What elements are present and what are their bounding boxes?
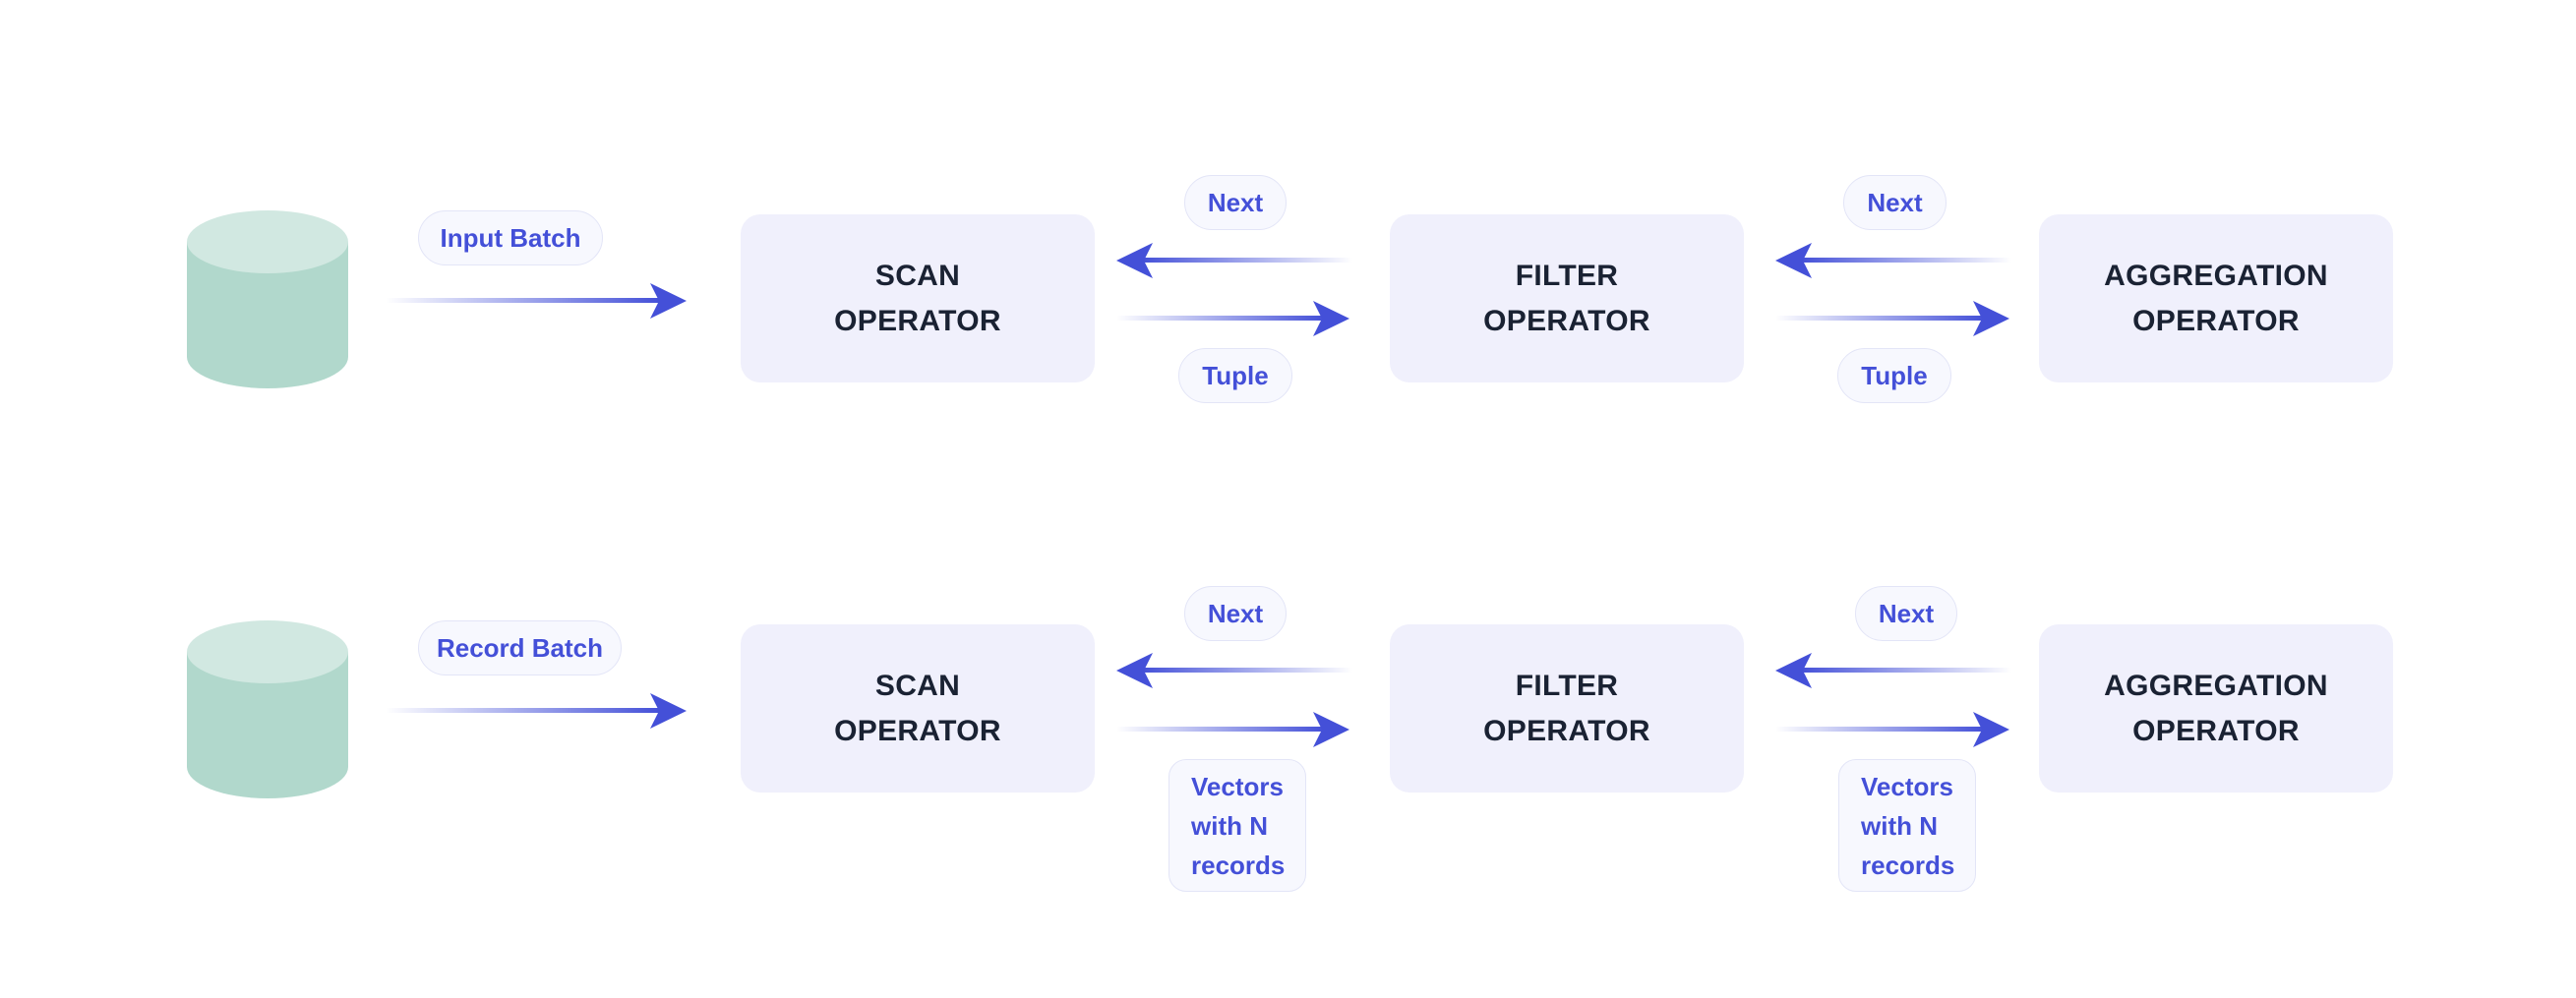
database-icon <box>187 210 348 388</box>
result-arrow-scan-filter <box>1116 301 1349 336</box>
next-arrow-filter-aggregation <box>1775 653 2011 688</box>
vectors-label-scan-filter: Vectors with N records <box>1168 759 1306 892</box>
tuple-label-scan-filter: Tuple <box>1178 348 1292 403</box>
result-arrow-filter-aggregation <box>1775 712 2009 747</box>
row-tuple-model: Input Batch SCAN OPERATOR FILTER OPERATO… <box>0 0 2576 413</box>
filter-operator-box: FILTER OPERATOR <box>1390 624 1744 793</box>
database-icon <box>187 620 348 798</box>
input-batch-label: Input Batch <box>418 210 603 265</box>
next-arrow-scan-filter <box>1116 653 1352 688</box>
result-arrow-filter-aggregation <box>1775 301 2009 336</box>
input-arrow <box>386 693 687 729</box>
next-label-scan-filter: Next <box>1184 175 1287 230</box>
next-label-scan-filter: Next <box>1184 586 1287 641</box>
aggregation-operator-box: AGGREGATION OPERATOR <box>2039 214 2393 382</box>
scan-operator-box: SCAN OPERATOR <box>741 214 1095 382</box>
filter-operator-box: FILTER OPERATOR <box>1390 214 1744 382</box>
scan-operator-box: SCAN OPERATOR <box>741 624 1095 793</box>
next-arrow-filter-aggregation <box>1775 243 2011 278</box>
result-arrow-scan-filter <box>1116 712 1349 747</box>
next-label-filter-aggregation: Next <box>1855 586 1957 641</box>
next-arrow-scan-filter <box>1116 243 1352 278</box>
input-arrow <box>386 283 687 319</box>
vectors-label-filter-aggregation: Vectors with N records <box>1838 759 1976 892</box>
record-batch-label: Record Batch <box>418 620 622 675</box>
aggregation-operator-box: AGGREGATION OPERATOR <box>2039 624 2393 793</box>
row-vectorized-model: Record Batch SCAN OPERATOR FILTER OPERAT… <box>0 410 2576 892</box>
next-label-filter-aggregation: Next <box>1843 175 1947 230</box>
tuple-label-filter-aggregation: Tuple <box>1837 348 1951 403</box>
